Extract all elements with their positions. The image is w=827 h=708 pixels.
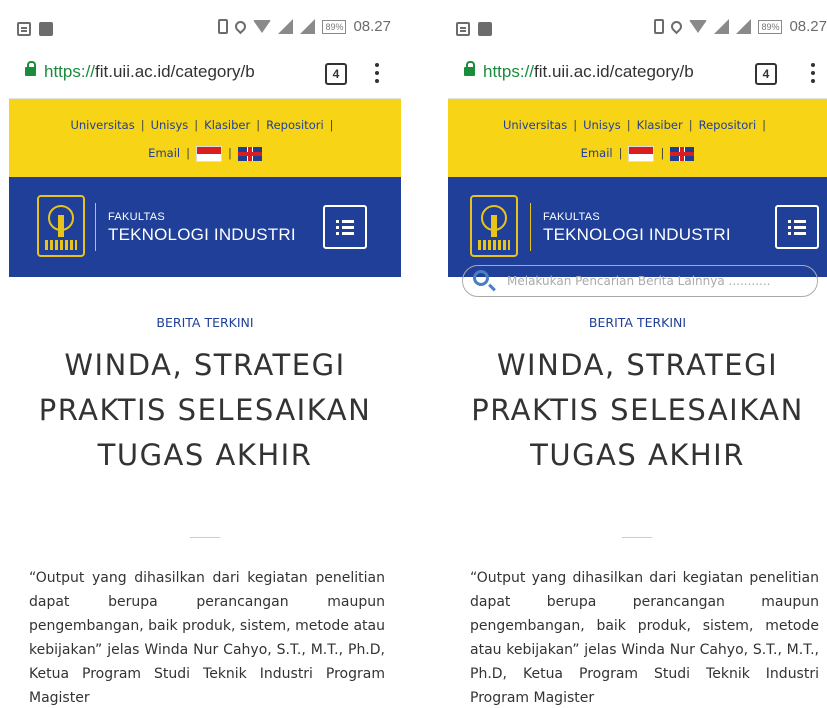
faculty-name: TEKNOLOGI INDUSTRI — [108, 225, 296, 244]
location-icon — [233, 18, 249, 35]
link-email[interactable]: Email — [581, 146, 613, 160]
tab-switcher-icon[interactable]: 4 — [325, 63, 347, 85]
signal-icon — [278, 19, 294, 34]
section-kicker[interactable]: BERITA TERKINI — [448, 315, 827, 330]
uii-logo[interactable] — [37, 195, 85, 257]
faculty-name: TEKNOLOGI INDUSTRI — [543, 225, 731, 244]
article-body: “Output yang dihasilkan dari kegiatan pe… — [470, 570, 819, 706]
section-kicker[interactable]: BERITA TERKINI — [9, 315, 401, 330]
flag-id-icon[interactable] — [628, 145, 655, 162]
article-title: WINDA, STRATEGI PRAKTIS SELESAIKAN TUGAS… — [471, 348, 804, 472]
image-icon — [39, 22, 53, 36]
header-divider — [95, 203, 96, 251]
screen-left: 89% 08.27 https://fit.uii.ac.id/category… — [9, 0, 401, 708]
hamburger-icon[interactable] — [323, 205, 367, 249]
lock-icon — [25, 61, 36, 76]
link-klasiber[interactable]: Klasiber — [204, 118, 250, 132]
image-icon — [478, 22, 492, 36]
signal-icon — [300, 19, 316, 34]
notes-icon — [456, 22, 470, 36]
status-bar: 89% 08.27 — [9, 0, 401, 50]
battery-indicator: 89% — [322, 19, 347, 34]
signal-icon — [714, 19, 730, 34]
title-divider — [622, 537, 652, 538]
link-repositori[interactable]: Repositori — [699, 118, 757, 132]
battery-indicator: 89% — [758, 19, 783, 34]
hamburger-icon[interactable] — [775, 205, 819, 249]
uii-logo[interactable] — [470, 195, 518, 257]
location-icon — [669, 18, 685, 35]
url-text[interactable]: https://fit.uii.ac.id/category/b — [483, 62, 733, 82]
search-input[interactable]: Melakukan Pencarian Berita Lainnya .....… — [462, 265, 818, 297]
site-header: FAKULTAS TEKNOLOGI INDUSTRI — [448, 177, 827, 277]
phone-icon — [654, 19, 665, 34]
link-unisys[interactable]: Unisys — [151, 118, 189, 132]
tab-switcher-icon[interactable]: 4 — [755, 63, 777, 85]
faculty-label: FAKULTAS — [543, 211, 601, 223]
link-universitas[interactable]: Universitas — [70, 118, 134, 132]
notes-icon — [17, 22, 31, 36]
menu-dots-icon[interactable] — [811, 63, 815, 85]
link-universitas[interactable]: Universitas — [503, 118, 567, 132]
search-placeholder: Melakukan Pencarian Berita Lainnya .....… — [507, 274, 771, 288]
header-divider — [530, 203, 531, 251]
url-text[interactable]: https://fit.uii.ac.id/category/b — [44, 62, 294, 82]
address-bar[interactable]: https://fit.uii.ac.id/category/b 4 — [448, 50, 827, 99]
article-title: WINDA, STRATEGI PRAKTIS SELESAIKAN TUGAS… — [38, 348, 372, 472]
link-unisys[interactable]: Unisys — [583, 118, 621, 132]
faculty-label: FAKULTAS — [108, 211, 166, 223]
screen-right: 89% 08.27 https://fit.uii.ac.id/category… — [448, 0, 827, 708]
clock: 08.27 — [353, 18, 391, 35]
site-header: FAKULTAS TEKNOLOGI INDUSTRI — [9, 177, 401, 277]
menu-dots-icon[interactable] — [375, 63, 379, 85]
flag-id-icon[interactable] — [195, 145, 222, 162]
clock: 08.27 — [789, 18, 827, 35]
flag-uk-icon[interactable] — [670, 146, 695, 161]
flag-uk-icon[interactable] — [237, 146, 262, 161]
top-links: Universitas | Unisys | Klasiber | Repositori | … — [9, 99, 401, 177]
title-divider — [190, 537, 220, 538]
article-body: “Output yang dihasilkan dari kegiatan pe… — [29, 570, 385, 706]
wifi-icon — [253, 20, 272, 33]
wifi-icon — [689, 20, 708, 33]
status-bar: 89% 08.27 — [448, 0, 827, 50]
top-links: Universitas | Unisys | Klasiber | Repositori | … — [448, 99, 827, 177]
link-klasiber[interactable]: Klasiber — [637, 118, 683, 132]
search-icon[interactable] — [473, 270, 489, 286]
signal-icon — [736, 19, 752, 34]
lock-icon — [464, 61, 475, 76]
link-email[interactable]: Email — [148, 146, 180, 160]
link-repositori[interactable]: Repositori — [266, 118, 324, 132]
phone-icon — [218, 19, 229, 34]
address-bar[interactable]: https://fit.uii.ac.id/category/b 4 — [9, 50, 401, 99]
